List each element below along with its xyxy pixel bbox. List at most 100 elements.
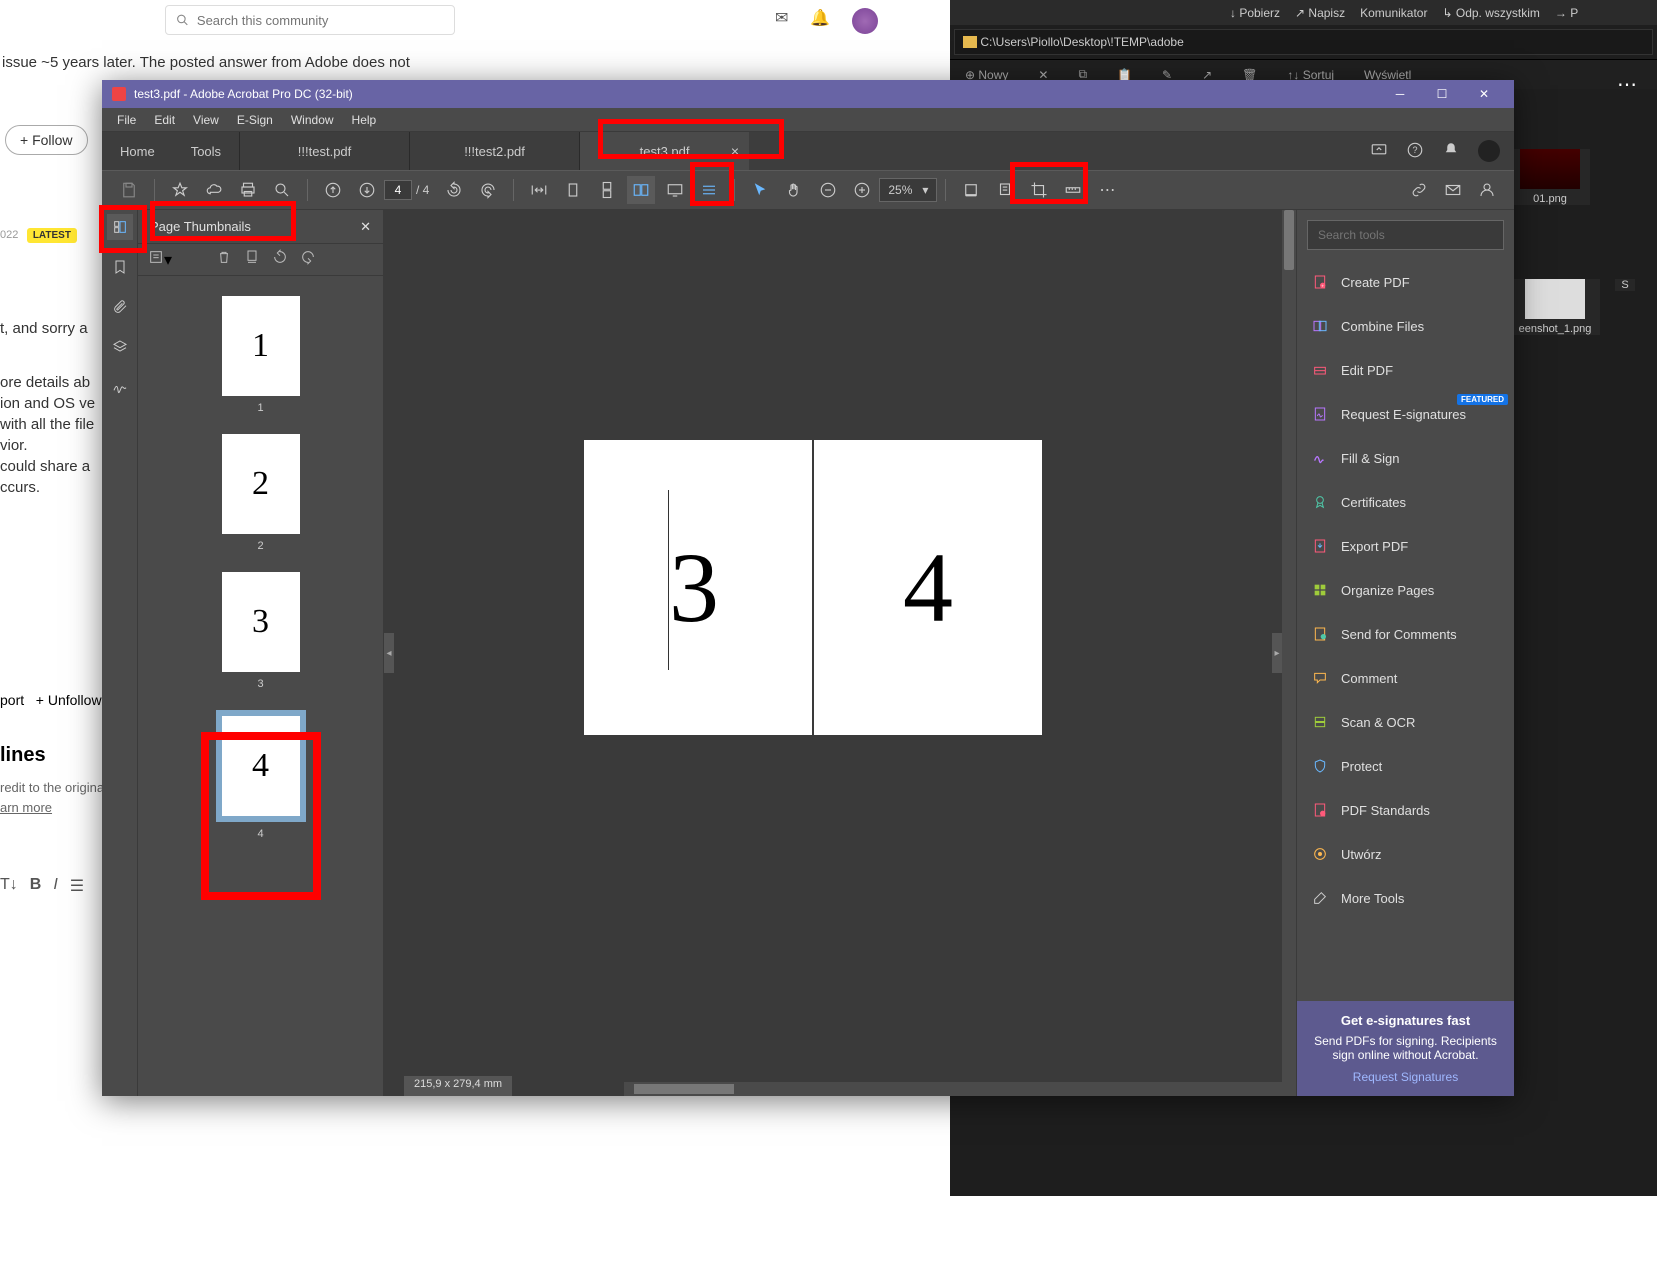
tab-tools[interactable]: Tools (173, 132, 239, 170)
help-icon[interactable]: ? (1406, 141, 1424, 162)
search-icon[interactable] (268, 176, 296, 204)
rotate-ccw-icon[interactable] (440, 176, 468, 204)
up-arrow-icon[interactable] (319, 176, 347, 204)
tool-combine-files[interactable]: Combine Files (1297, 304, 1514, 348)
promo-link[interactable]: Request Signatures (1309, 1070, 1502, 1084)
thumbnail-1[interactable]: 1 1 (222, 296, 300, 414)
print-icon[interactable] (234, 176, 262, 204)
zoom-in-icon[interactable] (848, 176, 876, 204)
tab-home[interactable]: Home (102, 132, 173, 170)
zoom-level-dropdown[interactable]: 25%▾ (879, 178, 937, 202)
save-icon[interactable] (115, 176, 143, 204)
menu-edit[interactable]: Edit (145, 113, 184, 127)
down-arrow-icon[interactable] (353, 176, 381, 204)
tool-organize-pages[interactable]: Organize Pages (1297, 568, 1514, 612)
fit-width-icon[interactable] (525, 176, 553, 204)
tool-create-pdf[interactable]: +Create PDF (1297, 260, 1514, 304)
menu-esign[interactable]: E-Sign (228, 113, 282, 127)
stamp-icon[interactable] (991, 176, 1019, 204)
forum-search-input[interactable] (197, 13, 444, 28)
rail-thumbnails-icon[interactable] (107, 214, 133, 240)
notifications-icon[interactable] (1442, 141, 1460, 162)
collapse-left-icon[interactable]: ◂ (384, 633, 394, 673)
cloud-icon[interactable] (200, 176, 228, 204)
menu-file[interactable]: File (108, 113, 145, 127)
thumbnail-2[interactable]: 2 2 (222, 434, 300, 552)
tool-utworz[interactable]: Utwórz (1297, 832, 1514, 876)
pointer-icon[interactable] (746, 176, 774, 204)
collapse-right-icon[interactable]: ▸ (1272, 633, 1282, 673)
menu-view[interactable]: View (184, 113, 228, 127)
document-area[interactable]: ◂ 3 4 ▸ 215,9 x 279,4 mm (384, 210, 1296, 1096)
tool-more-tools[interactable]: More Tools (1297, 876, 1514, 920)
tool-pdf-standards[interactable]: PDF Standards (1297, 788, 1514, 832)
share-screen-icon[interactable] (1370, 141, 1388, 162)
page-number-input[interactable] (384, 180, 412, 200)
email-icon[interactable] (1439, 176, 1467, 204)
tool-fill-sign[interactable]: Fill & Sign (1297, 436, 1514, 480)
forum-search-box[interactable] (165, 5, 455, 35)
thumbnail-3[interactable]: 3 3 (222, 572, 300, 690)
share-people-icon[interactable] (1473, 176, 1501, 204)
close-button[interactable]: ✕ (1464, 80, 1504, 108)
file-thumb-1[interactable]: eenshot_1.png (1510, 279, 1600, 335)
thumbnails-list[interactable]: 1 1 2 2 3 3 4 4 (138, 276, 383, 1096)
scrolling-icon[interactable] (593, 176, 621, 204)
italic-icon[interactable]: I (53, 876, 57, 896)
doc-tab-1[interactable]: !!!test2.pdf (409, 132, 579, 170)
rotate-page-cw-icon[interactable] (300, 249, 316, 270)
scrollbar-thumb[interactable] (1284, 210, 1294, 270)
learn-more-link[interactable]: arn more (0, 800, 52, 815)
tool-comment[interactable]: Comment (1297, 656, 1514, 700)
bell-icon[interactable]: 🔔 (810, 8, 830, 34)
bold-icon[interactable]: B (30, 876, 42, 896)
read-mode-icon[interactable] (661, 176, 689, 204)
rail-attachments-icon[interactable] (107, 294, 133, 320)
tool-edit-pdf[interactable]: Edit PDF (1297, 348, 1514, 392)
horizontal-scrollbar[interactable] (624, 1082, 1296, 1096)
avatar[interactable] (852, 8, 878, 34)
delete-page-icon[interactable] (216, 249, 232, 270)
minimize-button[interactable]: ─ (1380, 80, 1420, 108)
measure-icon[interactable] (1059, 176, 1087, 204)
zoom-out-icon[interactable] (814, 176, 842, 204)
star-icon[interactable] (166, 176, 194, 204)
link-icon[interactable] (1405, 176, 1433, 204)
thumbnail-4[interactable]: 4 4 (216, 710, 306, 840)
rail-bookmarks-icon[interactable] (107, 254, 133, 280)
search-tools-box[interactable] (1307, 220, 1504, 250)
tool-send-comments[interactable]: Send for Comments (1297, 612, 1514, 656)
rotate-page-ccw-icon[interactable] (272, 249, 288, 270)
close-tab-icon[interactable]: × (731, 143, 739, 159)
doc-tab-0[interactable]: !!!test.pdf (239, 132, 409, 170)
thumb-options-icon[interactable]: ▾ (148, 249, 172, 270)
mail-icon[interactable]: ✉ (775, 8, 788, 34)
search-tools-input[interactable] (1318, 228, 1493, 242)
unfollow-button[interactable]: + Unfollow (36, 692, 102, 708)
close-panel-icon[interactable]: ✕ (360, 219, 371, 235)
doc-tab-2[interactable]: test3.pdf× (579, 132, 749, 170)
doc-page-3[interactable]: 3 (584, 440, 812, 735)
rail-signatures-icon[interactable] (107, 374, 133, 400)
tool-protect[interactable]: Protect (1297, 744, 1514, 788)
single-page-icon[interactable] (559, 176, 587, 204)
maximize-button[interactable]: ☐ (1422, 80, 1462, 108)
tool-export-pdf[interactable]: Export PDF (1297, 524, 1514, 568)
menu-window[interactable]: Window (282, 113, 343, 127)
vertical-scrollbar[interactable] (1282, 210, 1296, 1096)
extract-page-icon[interactable] (244, 249, 260, 270)
profile-avatar[interactable] (1478, 140, 1500, 162)
hand-icon[interactable] (780, 176, 808, 204)
explorer-path-bar[interactable]: C:\Users\Piollo\Desktop\!TEMP\adobe (954, 29, 1653, 55)
menu-help[interactable]: Help (343, 113, 386, 127)
acrobat-titlebar[interactable]: test3.pdf - Adobe Acrobat Pro DC (32-bit… (102, 80, 1514, 108)
align-icon[interactable] (695, 176, 723, 204)
more-tools-icon[interactable]: ⋯ (1093, 176, 1121, 204)
tool-scan-ocr[interactable]: Scan & OCR (1297, 700, 1514, 744)
heading-icon[interactable]: T↓ (0, 876, 18, 896)
tool-certificates[interactable]: Certificates (1297, 480, 1514, 524)
rail-layers-icon[interactable] (107, 334, 133, 360)
tool-request-esign[interactable]: FEATUREDRequest E-signatures (1297, 392, 1514, 436)
rotate-cw-icon[interactable] (474, 176, 502, 204)
two-page-icon[interactable] (627, 176, 655, 204)
